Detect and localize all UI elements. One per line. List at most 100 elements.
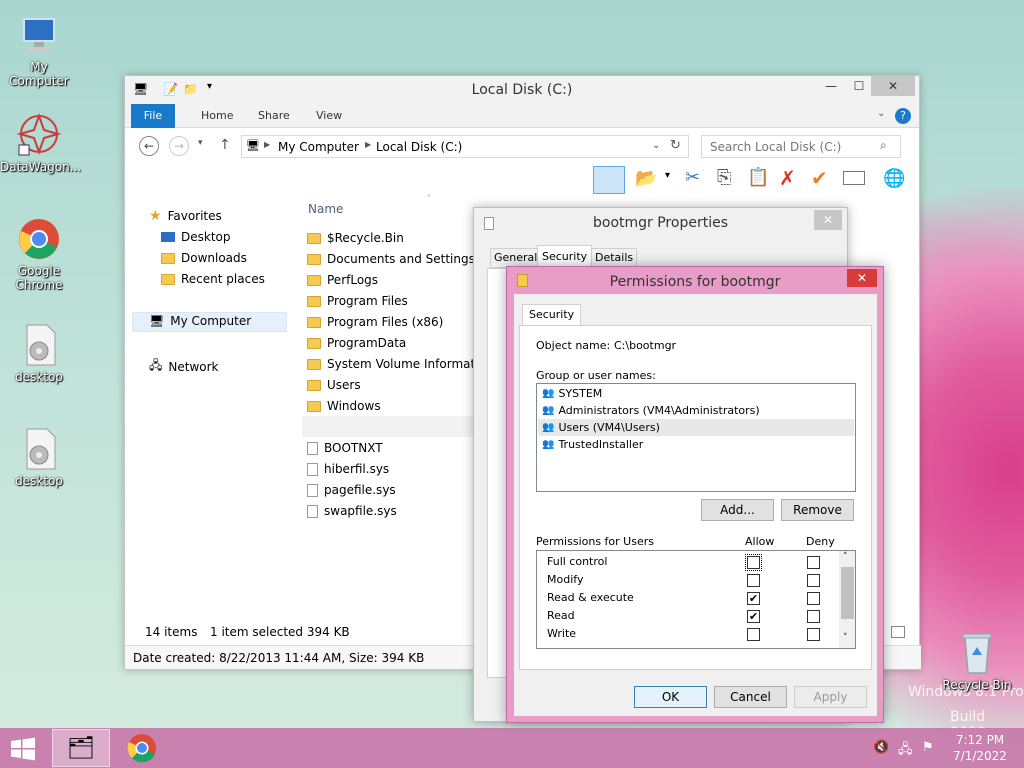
deny-checkbox[interactable]: [807, 574, 820, 587]
nav-my-computer[interactable]: 🖥 My Computer: [149, 314, 251, 328]
column-header-name[interactable]: Name: [308, 202, 343, 216]
user-list-item[interactable]: 👥 SYSTEM: [538, 385, 854, 402]
rename-icon[interactable]: [843, 171, 865, 185]
file-row[interactable]: Windows: [307, 399, 381, 413]
tab-details[interactable]: Details: [591, 248, 638, 268]
user-list-item[interactable]: 👥 Administrators (VM4\Administrators): [538, 402, 854, 419]
file-row[interactable]: swapfile.sys: [307, 504, 397, 518]
search-box[interactable]: Search Local Disk (C:) ⌕: [701, 135, 901, 158]
selected-row-highlight: [302, 416, 473, 437]
globe-icon[interactable]: 🌐: [883, 168, 905, 189]
scroll-thumb[interactable]: [841, 567, 854, 619]
properties-close-button[interactable]: ✕: [814, 210, 842, 230]
maximize-button[interactable]: ☐: [845, 76, 873, 96]
desktop-icon-chrome[interactable]: Google Chrome: [0, 216, 78, 292]
dropdown-icon[interactable]: ▾: [665, 170, 670, 181]
back-button[interactable]: ←: [139, 136, 159, 156]
desktop-icon-recycle-bin[interactable]: Recycle Bin: [938, 630, 1016, 692]
remove-button[interactable]: Remove: [781, 499, 854, 521]
file-row[interactable]: hiberfil.sys: [307, 462, 389, 476]
scrollbar[interactable]: ˄ ˅: [839, 551, 855, 648]
expand-ribbon-icon[interactable]: ⌄: [877, 108, 885, 119]
ok-button[interactable]: OK: [634, 686, 707, 708]
preview-pane-icon[interactable]: [593, 166, 625, 194]
desktop-icon-datawagon[interactable]: DataWagon...: [0, 112, 81, 174]
file-row[interactable]: pagefile.sys: [307, 483, 396, 497]
tab-home[interactable]: Home: [201, 104, 233, 128]
permissions-close-button[interactable]: ✕: [847, 269, 877, 287]
address-bar[interactable]: 🖥 ▶ My Computer ▶ Local Disk (C:) ⌄ ↻: [241, 135, 689, 158]
allow-checkbox[interactable]: [747, 574, 760, 587]
allow-checkbox[interactable]: [747, 628, 760, 641]
nav-desktop[interactable]: Desktop: [161, 230, 231, 244]
apply-button[interactable]: Apply: [794, 686, 867, 708]
desktop-icon-desktop-2[interactable]: desktop: [0, 426, 78, 488]
allow-checkbox[interactable]: [745, 554, 762, 571]
file-name: pagefile.sys: [324, 483, 396, 497]
breadcrumb-local-disk[interactable]: Local Disk (C:): [376, 140, 462, 154]
file-row[interactable]: BOOTNXT: [307, 441, 383, 455]
user-group-icon: 👥: [542, 439, 555, 450]
file-row[interactable]: ProgramData: [307, 336, 406, 350]
action-center-icon[interactable]: ⚑: [922, 740, 934, 755]
clock[interactable]: 7:12 PM 7/1/2022: [950, 732, 1010, 764]
status-selection: 1 item selected 394 KB: [210, 625, 350, 639]
nav-network[interactable]: 🖧 Network: [149, 356, 219, 377]
deny-checkbox[interactable]: [807, 592, 820, 605]
scroll-up-icon[interactable]: ˄: [843, 552, 848, 562]
start-button[interactable]: [10, 737, 38, 761]
nav-favorites[interactable]: ★ Favorites: [149, 208, 222, 224]
clock-date: 7/1/2022: [953, 749, 1007, 763]
network-tray-icon[interactable]: 🖧: [898, 740, 913, 762]
file-row[interactable]: Documents and Settings: [307, 252, 475, 266]
cut-icon[interactable]: ✂: [685, 167, 700, 188]
file-row[interactable]: $Recycle.Bin: [307, 231, 404, 245]
desktop-icon-my-computer[interactable]: My Computer: [0, 12, 78, 88]
taskbar-explorer[interactable]: 🗂: [52, 729, 110, 767]
cancel-button[interactable]: Cancel: [714, 686, 787, 708]
recent-locations-icon[interactable]: ▾: [198, 138, 203, 148]
user-list-item[interactable]: 👥 Users (VM4\Users): [538, 419, 854, 436]
forward-button[interactable]: →: [169, 136, 189, 156]
details-view-icon[interactable]: [891, 626, 905, 638]
tab-view[interactable]: View: [316, 104, 342, 128]
explorer-titlebar: 🖥 📝 📁 ▾ Local Disk (C:) — ☐ ✕: [125, 76, 919, 104]
nav-recent[interactable]: Recent places: [161, 272, 265, 286]
check-icon[interactable]: ✔: [811, 166, 828, 190]
up-button[interactable]: ↑: [219, 137, 231, 153]
file-row[interactable]: Users: [307, 378, 361, 392]
nav-downloads[interactable]: Downloads: [161, 251, 247, 265]
desktop-icon-label: desktop: [15, 370, 63, 384]
address-dropdown-icon[interactable]: ⌄: [652, 140, 660, 151]
file-row[interactable]: PerfLogs: [307, 273, 378, 287]
tab-file[interactable]: File: [131, 104, 175, 128]
tab-security[interactable]: Security: [522, 304, 582, 325]
paste-icon[interactable]: 📋: [747, 167, 769, 188]
deny-checkbox[interactable]: [807, 556, 820, 569]
delete-icon[interactable]: ✗: [779, 166, 796, 190]
allow-checkbox[interactable]: ✔: [747, 610, 760, 623]
copy-icon[interactable]: ⎘: [717, 167, 731, 188]
add-button[interactable]: Add...: [701, 499, 774, 521]
recent-places-icon: [161, 273, 175, 285]
tab-share[interactable]: Share: [258, 104, 290, 128]
minimize-button[interactable]: —: [817, 76, 845, 96]
folder-options-icon[interactable]: 📂: [635, 168, 657, 189]
refresh-icon[interactable]: ↻: [670, 138, 681, 153]
file-row[interactable]: System Volume Information: [307, 357, 493, 371]
file-row[interactable]: Program Files (x86): [307, 315, 443, 329]
tab-general[interactable]: General: [490, 248, 542, 268]
file-row[interactable]: Program Files: [307, 294, 408, 308]
close-button[interactable]: ✕: [871, 76, 915, 96]
allow-checkbox[interactable]: ✔: [747, 592, 760, 605]
taskbar-chrome[interactable]: [126, 732, 158, 764]
breadcrumb-my-computer[interactable]: My Computer: [278, 140, 359, 154]
desktop-icon-desktop-1[interactable]: desktop: [0, 322, 78, 384]
user-list[interactable]: 👥 SYSTEM 👥 Administrators (VM4\Administrato…: [536, 383, 856, 492]
scroll-down-icon[interactable]: ˅: [843, 633, 848, 643]
user-list-item[interactable]: 👥 TrustedInstaller: [538, 436, 854, 453]
volume-muted-icon[interactable]: 🔇: [873, 740, 889, 755]
help-icon[interactable]: ?: [895, 108, 911, 124]
deny-checkbox[interactable]: [807, 610, 820, 623]
deny-checkbox[interactable]: [807, 628, 820, 641]
